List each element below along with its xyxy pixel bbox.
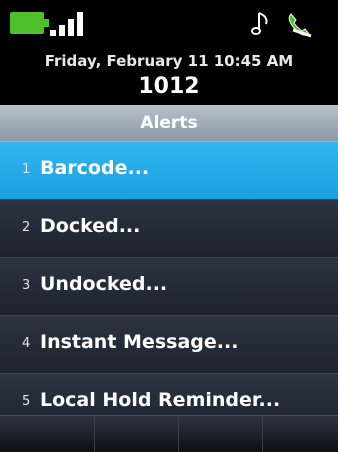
extension-number: 1012 — [138, 74, 200, 99]
phone-handset-icon — [288, 13, 312, 38]
menu-item-label: Barcode... — [40, 157, 150, 179]
menu-item-number: 3 — [22, 278, 31, 293]
screen-title: Alerts — [0, 105, 338, 141]
menu-item-number: 1 — [22, 162, 31, 177]
battery-icon — [10, 12, 49, 34]
menu-item-number: 2 — [22, 220, 31, 235]
menu-item-label: Undocked... — [40, 273, 168, 295]
softkey-bar — [0, 415, 338, 452]
menu-item-barcode[interactable]: 1 Barcode... — [0, 141, 338, 199]
softkey-2[interactable] — [95, 416, 179, 452]
menu-item-undocked[interactable]: 3 Undocked... — [0, 257, 338, 315]
menu-item-label: Local Hold Reminder... — [40, 389, 281, 411]
menu-item-number: 4 — [22, 336, 31, 351]
date-time: Friday, February 11 10:45 AM — [44, 52, 294, 70]
menu-item-instant-message[interactable]: 4 Instant Message... — [0, 315, 338, 373]
music-note-icon — [251, 12, 268, 35]
menu-item-docked[interactable]: 2 Docked... — [0, 199, 338, 257]
signal-strength-icon — [50, 12, 90, 36]
softkey-3[interactable] — [179, 416, 263, 452]
menu-item-label: Docked... — [40, 215, 141, 237]
softkey-1[interactable] — [0, 416, 95, 452]
menu-item-label: Instant Message... — [40, 331, 239, 353]
menu-item-number: 5 — [22, 394, 31, 409]
phone-header: Friday, February 11 10:45 AM 1012 — [0, 44, 338, 114]
status-bar — [0, 0, 338, 44]
softkey-4[interactable] — [263, 416, 338, 452]
